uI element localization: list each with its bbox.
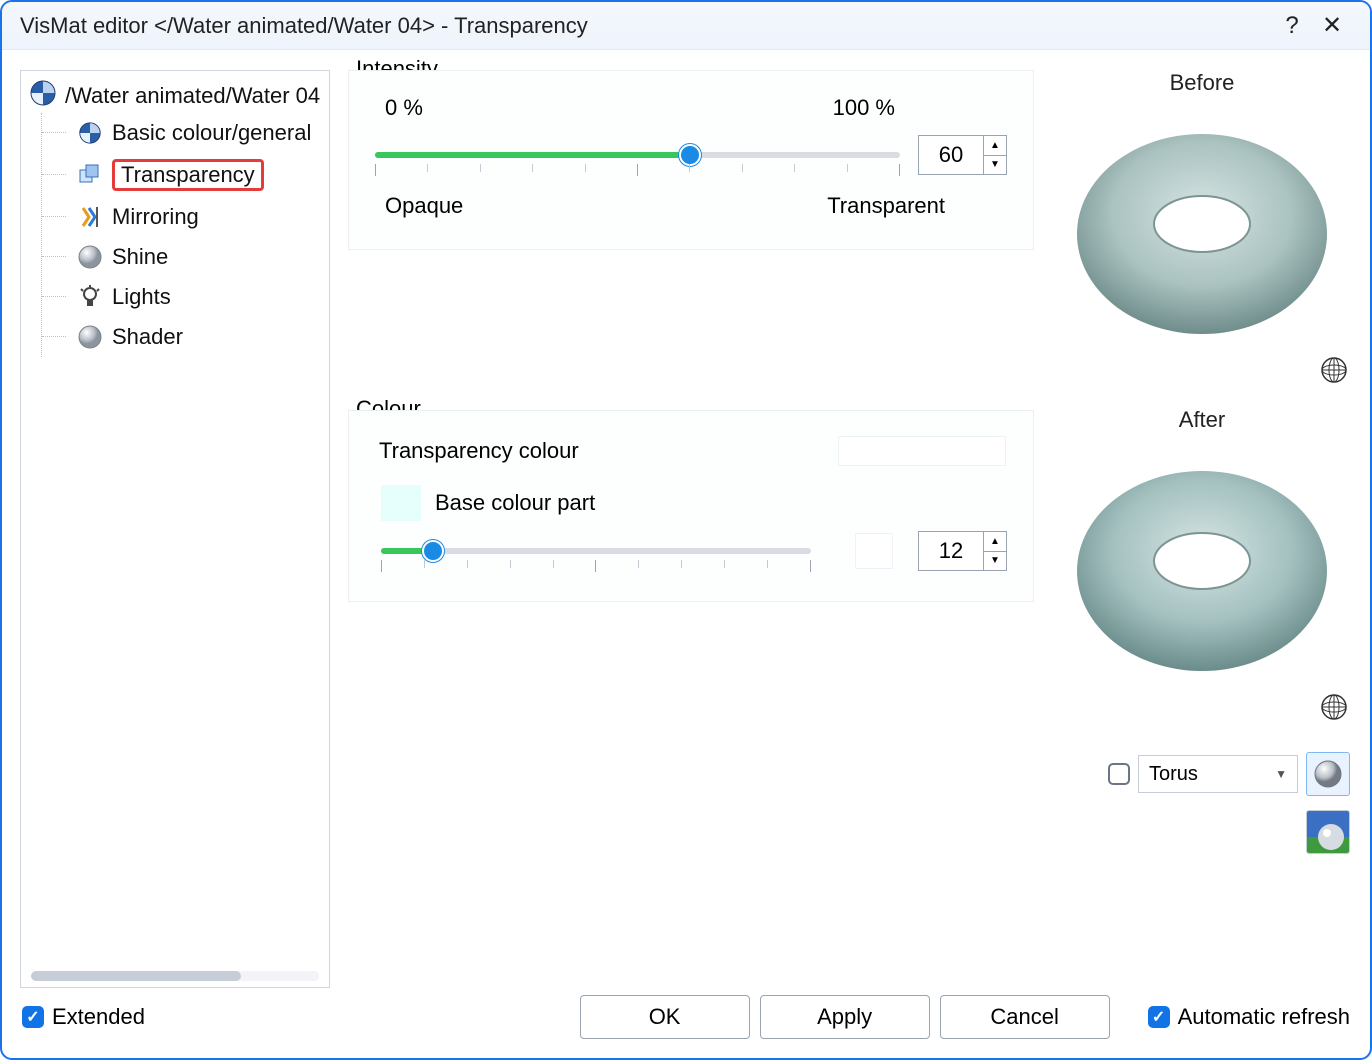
tree-item-transparency[interactable]: Transparency	[42, 153, 325, 197]
tree-item-shader[interactable]: Shader	[42, 317, 325, 357]
tree-item-label: Shine	[112, 244, 168, 270]
intensity-max-label: 100 %	[833, 95, 895, 121]
mirroring-icon	[76, 203, 104, 231]
base-colour-spin-down[interactable]: ▼	[984, 552, 1006, 571]
intensity-spin-down[interactable]: ▼	[984, 156, 1006, 175]
vismat-editor-window: VisMat editor </Water animated/Water 04>…	[0, 0, 1372, 1060]
preview-mode-scene-button[interactable]	[1306, 810, 1350, 854]
preview-shape-select[interactable]: Torus ▼	[1138, 755, 1298, 793]
intensity-value-input[interactable]	[919, 136, 983, 174]
cancel-button[interactable]: Cancel	[940, 995, 1110, 1039]
tree-root-label: /Water animated/Water 04	[65, 83, 320, 109]
extended-label: Extended	[52, 1004, 145, 1030]
material-tree-panel: /Water animated/Water 04 Basic colour/ge…	[20, 70, 330, 988]
base-colour-value-input[interactable]	[919, 532, 983, 570]
help-button[interactable]: ?	[1272, 12, 1312, 40]
automatic-refresh-checkbox[interactable]: ✓ Automatic refresh	[1148, 1004, 1350, 1030]
before-label: Before	[1170, 70, 1235, 96]
apply-button[interactable]: Apply	[760, 995, 930, 1039]
tree-root[interactable]: /Water animated/Water 04	[29, 79, 325, 113]
intensity-spinner[interactable]: ▲ ▼	[918, 135, 1007, 175]
extended-checkbox[interactable]: ✓ Extended	[22, 1004, 145, 1030]
intensity-opaque-label: Opaque	[385, 193, 463, 219]
window-title: VisMat editor </Water animated/Water 04>…	[20, 13, 588, 39]
base-colour-spinner[interactable]: ▲ ▼	[918, 531, 1007, 571]
ok-button[interactable]: OK	[580, 995, 750, 1039]
transparency-colour-swatch[interactable]	[837, 435, 1007, 467]
automatic-refresh-label: Automatic refresh	[1178, 1004, 1350, 1030]
before-preview	[1062, 104, 1342, 354]
tree-item-label: Transparency	[112, 159, 264, 191]
close-button[interactable]: ✕	[1312, 11, 1352, 40]
after-label: After	[1179, 407, 1225, 433]
check-icon: ✓	[1148, 1006, 1170, 1028]
tree-item-lights[interactable]: Lights	[42, 277, 325, 317]
tree-horizontal-scrollbar[interactable]	[31, 971, 319, 981]
dialog-footer: ✓ Extended OK Apply Cancel ✓ Automatic r…	[2, 988, 1370, 1058]
base-colour-part-label: Base colour part	[435, 490, 595, 516]
tree-item-label: Shader	[112, 324, 183, 350]
intensity-group: Intensity 0 % 100 %	[348, 70, 1034, 250]
base-colour-result-swatch	[854, 532, 894, 570]
preview-shape-value: Torus	[1149, 763, 1198, 786]
shape-lock-checkbox[interactable]	[1108, 763, 1130, 785]
transparency-icon	[76, 161, 104, 189]
title-bar: VisMat editor </Water animated/Water 04>…	[2, 2, 1370, 50]
intensity-spin-up[interactable]: ▲	[984, 136, 1006, 156]
intensity-slider[interactable]	[375, 140, 900, 170]
intensity-min-label: 0 %	[385, 95, 423, 121]
tree-item-label: Mirroring	[112, 204, 199, 230]
chevron-down-icon: ▼	[1275, 767, 1287, 781]
tree-item-mirroring[interactable]: Mirroring	[42, 197, 325, 237]
lights-icon	[76, 283, 104, 311]
shine-icon	[76, 243, 104, 271]
tree-item-label: Basic colour/general	[112, 120, 311, 146]
base-colour-swatch[interactable]	[381, 485, 421, 521]
base-colour-spin-up[interactable]: ▲	[984, 532, 1006, 552]
tree-item-label: Lights	[112, 284, 171, 310]
preview-mode-sphere-button[interactable]	[1306, 752, 1350, 796]
material-root-icon	[29, 79, 57, 113]
shader-icon	[76, 323, 104, 351]
settings-panel: Intensity 0 % 100 %	[348, 70, 1034, 988]
tree-item-shine[interactable]: Shine	[42, 237, 325, 277]
tree-item-basic-colour[interactable]: Basic colour/general	[42, 113, 325, 153]
basic-colour-icon	[76, 119, 104, 147]
base-colour-slider[interactable]	[381, 536, 811, 566]
check-icon: ✓	[22, 1006, 44, 1028]
before-globe-button[interactable]	[1320, 356, 1348, 389]
after-globe-button[interactable]	[1320, 693, 1348, 726]
after-preview	[1062, 441, 1342, 691]
preview-panel: Before After	[1052, 70, 1352, 988]
intensity-transparent-label: Transparent	[827, 193, 945, 219]
transparency-colour-label: Transparency colour	[379, 438, 837, 464]
colour-group: Colour Transparency colour Base colour p…	[348, 410, 1034, 602]
